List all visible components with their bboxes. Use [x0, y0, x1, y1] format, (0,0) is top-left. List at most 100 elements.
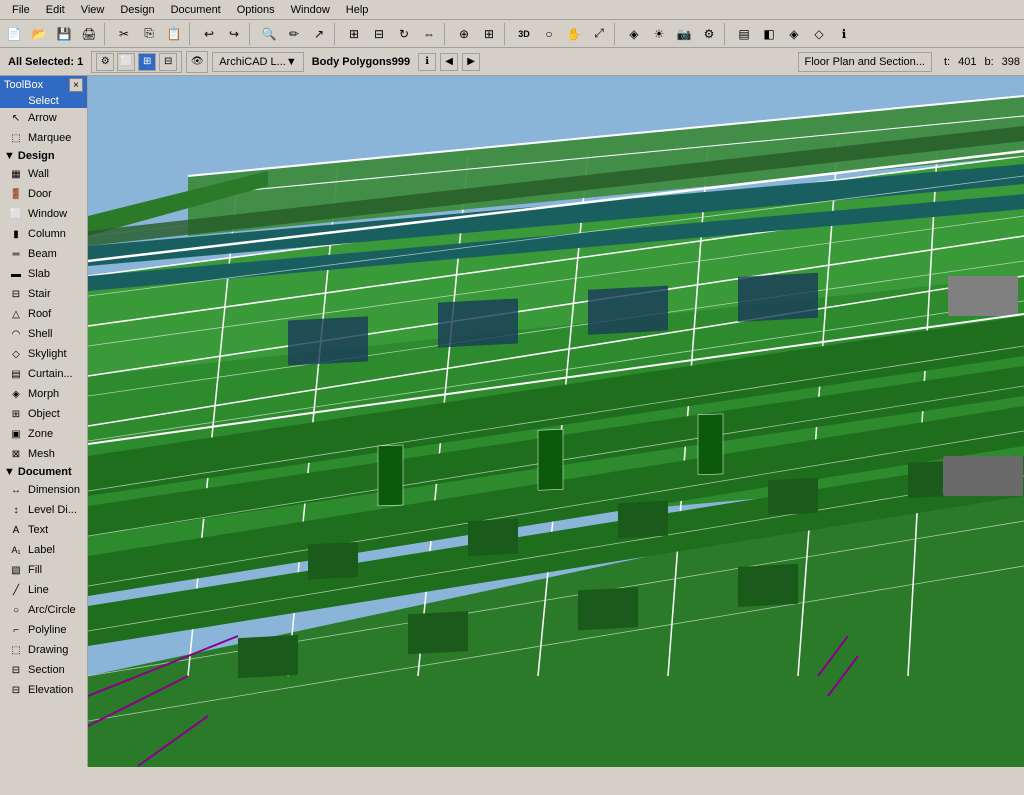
sep6: [504, 23, 509, 45]
info-icon[interactable]: ℹ: [418, 53, 436, 71]
menu-file[interactable]: File: [4, 2, 38, 18]
print-button[interactable]: 🖨: [77, 23, 101, 45]
collapse-icon: ▼: [4, 150, 15, 162]
mirror-button[interactable]: ⇔: [417, 23, 441, 45]
copy-button[interactable]: ⎘: [137, 23, 161, 45]
tool-drawing[interactable]: ⬚ Drawing: [0, 640, 87, 660]
settings-button[interactable]: ⚙: [697, 23, 721, 45]
pan-button[interactable]: ✋: [562, 23, 586, 45]
tool-object[interactable]: ⊞ Object: [0, 404, 87, 424]
element-settings-btn[interactable]: ⚙: [96, 53, 114, 71]
snap-button[interactable]: ⊕: [452, 23, 476, 45]
camera-button[interactable]: 📷: [672, 23, 696, 45]
coord-b-value: 398: [1002, 56, 1020, 68]
element-eye-btn[interactable]: 👁: [186, 51, 208, 73]
element-param-btn[interactable]: ⊟: [159, 53, 177, 71]
tool-window[interactable]: ⬜ Window: [0, 204, 87, 224]
menu-bar: File Edit View Design Document Options W…: [0, 0, 1024, 20]
menu-help[interactable]: Help: [338, 2, 377, 18]
surface-button[interactable]: ◇: [807, 23, 831, 45]
new-button[interactable]: 📄: [2, 23, 26, 45]
tool-label[interactable]: A₁ Label: [0, 540, 87, 560]
menu-options[interactable]: Options: [229, 2, 283, 18]
open-button[interactable]: 📂: [27, 23, 51, 45]
wall-icon: ▦: [8, 166, 24, 182]
grid-button[interactable]: ⊞: [477, 23, 501, 45]
pointer-button[interactable]: ↗: [307, 23, 331, 45]
save-button[interactable]: 💾: [52, 23, 76, 45]
deselect-button[interactable]: ⊟: [367, 23, 391, 45]
mesh-icon: ⊠: [8, 446, 24, 462]
toolbar-main: 📄 📂 💾 🖨 ✂ ⎘ 📋 ↩ ↪ 🔍 ✏ ↗ ⊞ ⊟ ↻ ⇔ ⊕ ⊞ 3D ○…: [0, 20, 1024, 48]
tool-beam[interactable]: ═ Beam: [0, 244, 87, 264]
tool-column[interactable]: ▮ Column: [0, 224, 87, 244]
info-button[interactable]: ℹ: [832, 23, 856, 45]
element-select-btn[interactable]: ⬜: [117, 53, 135, 71]
material-button[interactable]: ◈: [782, 23, 806, 45]
menu-design[interactable]: Design: [112, 2, 162, 18]
floor-plan-btn[interactable]: Floor Plan and Section...: [798, 52, 932, 72]
tool-arrow[interactable]: ↖ Arrow: [0, 108, 87, 128]
rotate-button[interactable]: ↻: [392, 23, 416, 45]
sep7: [614, 23, 619, 45]
menu-edit[interactable]: Edit: [38, 2, 73, 18]
select-all-button[interactable]: ⊞: [342, 23, 366, 45]
menu-document[interactable]: Document: [163, 2, 229, 18]
toolbox-title: ToolBox: [4, 79, 43, 91]
main-area: ToolBox × Select ↖ Arrow ⬚ Marquee ▼ Des…: [0, 76, 1024, 767]
tool-curtain[interactable]: ▤ Curtain...: [0, 364, 87, 384]
design-label: Design: [18, 150, 55, 162]
orbit-button[interactable]: ○: [537, 23, 561, 45]
walk-button[interactable]: ⤢: [587, 23, 611, 45]
tool-level-dim[interactable]: ↕ Level Di...: [0, 500, 87, 520]
3d-button[interactable]: 3D: [512, 23, 536, 45]
tool-door[interactable]: 🚪 Door: [0, 184, 87, 204]
tool-skylight[interactable]: ◇ Skylight: [0, 344, 87, 364]
tool-wall[interactable]: ▦ Wall: [0, 164, 87, 184]
tool-polyline[interactable]: ⌐ Polyline: [0, 620, 87, 640]
tool-mesh[interactable]: ⊠ Mesh: [0, 444, 87, 464]
tool-arc[interactable]: ○ Arc/Circle: [0, 600, 87, 620]
tool-fill[interactable]: ▧ Fill: [0, 560, 87, 580]
menu-view[interactable]: View: [73, 2, 113, 18]
arrow-icon: ↖: [8, 110, 24, 126]
nav-prev-btn[interactable]: ◀: [440, 53, 458, 71]
render-button[interactable]: ◈: [622, 23, 646, 45]
document-section-header[interactable]: ▼ Document: [0, 464, 87, 480]
3d-viewport[interactable]: [88, 76, 1024, 767]
cut-button[interactable]: ✂: [112, 23, 136, 45]
light-button[interactable]: ☀: [647, 23, 671, 45]
tool-section[interactable]: ⊟ Section: [0, 660, 87, 680]
design-section-header[interactable]: ▼ Design: [0, 148, 87, 164]
element-active-btn[interactable]: ⊞: [138, 53, 156, 71]
tool-morph[interactable]: ◈ Morph: [0, 384, 87, 404]
pencil-button[interactable]: ✏: [282, 23, 306, 45]
tool-line[interactable]: ╱ Line: [0, 580, 87, 600]
undo-button[interactable]: ↩: [197, 23, 221, 45]
window-icon: ⬜: [8, 206, 24, 222]
toolbox-close-btn[interactable]: ×: [69, 78, 83, 92]
tool-text[interactable]: A Text: [0, 520, 87, 540]
polyline-icon: ⌐: [8, 622, 24, 638]
layer-dropdown[interactable]: ArchiCAD L... ▼: [212, 52, 304, 72]
zone-icon: ▣: [8, 426, 24, 442]
slab-icon: ▬: [8, 266, 24, 282]
level-dim-icon: ↕: [8, 502, 24, 518]
tool-roof[interactable]: △ Roof: [0, 304, 87, 324]
element-button[interactable]: ▤: [732, 23, 756, 45]
tool-zone[interactable]: ▣ Zone: [0, 424, 87, 444]
tool-stair[interactable]: ⊟ Stair: [0, 284, 87, 304]
tool-dimension[interactable]: ↔ Dimension: [0, 480, 87, 500]
paste-button[interactable]: 📋: [162, 23, 186, 45]
tool-elevation[interactable]: ⊟ Elevation: [0, 680, 87, 700]
nav-next-btn[interactable]: ▶: [462, 53, 480, 71]
layer-button[interactable]: ◧: [757, 23, 781, 45]
menu-window[interactable]: Window: [283, 2, 338, 18]
tool-slab[interactable]: ▬ Slab: [0, 264, 87, 284]
zoom-button[interactable]: 🔍: [257, 23, 281, 45]
redo-button[interactable]: ↪: [222, 23, 246, 45]
tool-shell[interactable]: ◠ Shell: [0, 324, 87, 344]
column-icon: ▮: [8, 226, 24, 242]
coord-b-label: b:: [984, 56, 993, 68]
tool-marquee[interactable]: ⬚ Marquee: [0, 128, 87, 148]
